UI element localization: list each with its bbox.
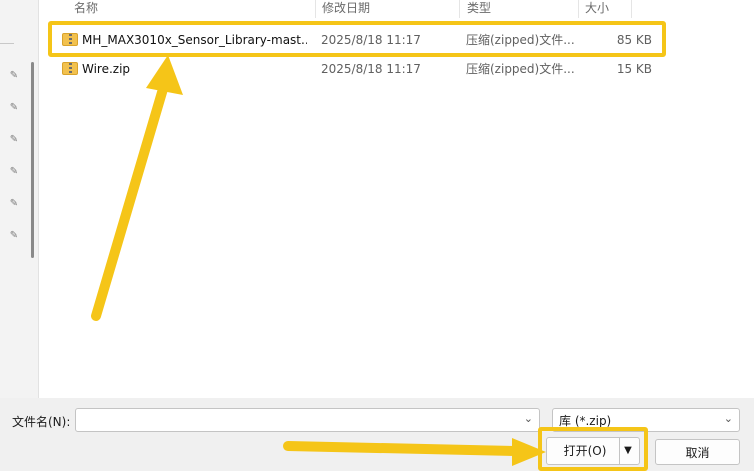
annotation-arrows	[91, 55, 546, 466]
